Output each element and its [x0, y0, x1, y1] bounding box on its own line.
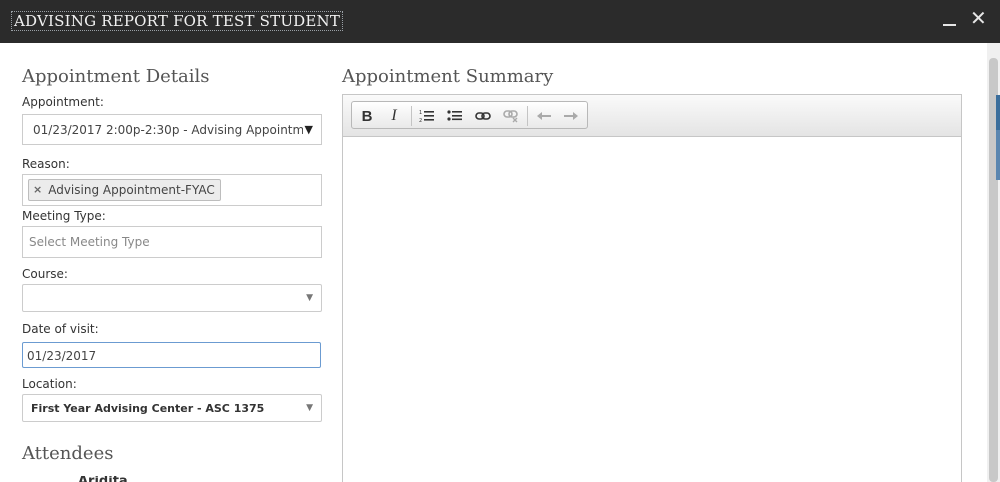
- date-label: Date of visit:: [22, 322, 99, 336]
- bullet-list-icon[interactable]: [443, 105, 467, 127]
- italic-icon[interactable]: I: [382, 105, 406, 127]
- attendees-heading: Attendees: [22, 443, 114, 464]
- location-label: Location:: [22, 377, 77, 391]
- toolbar-separator: [527, 106, 528, 126]
- reason-tag: × Advising Appointment-FYAC: [28, 179, 221, 201]
- editor-button-group: B I 12: [351, 101, 588, 129]
- window-title: ADVISING REPORT FOR TEST STUDENT: [11, 11, 344, 31]
- meeting-type-placeholder: Select Meeting Type: [29, 235, 150, 249]
- date-of-visit-input[interactable]: 01/23/2017: [22, 342, 321, 368]
- toolbar-separator: [411, 106, 412, 126]
- svg-text:1: 1: [419, 110, 422, 116]
- editor-toolbar: B I 12: [343, 95, 961, 137]
- appointment-label: Appointment:: [22, 95, 104, 109]
- dropdown-caret-icon: ▼: [306, 293, 313, 303]
- appointment-select[interactable]: 01/23/2017 2:00p-2:30p - Advising Appoin…: [22, 114, 322, 145]
- redo-icon[interactable]: [559, 105, 583, 127]
- reason-multiselect[interactable]: × Advising Appointment-FYAC: [22, 174, 322, 206]
- attendee-partial-text: Aridita: [78, 476, 128, 482]
- meeting-type-select[interactable]: Select Meeting Type: [22, 226, 322, 258]
- dropdown-caret-icon: ▼: [304, 123, 313, 136]
- course-label: Course:: [22, 267, 68, 281]
- background-edge: [996, 130, 1000, 180]
- meeting-type-label: Meeting Type:: [22, 209, 106, 223]
- minimize-icon[interactable]: [943, 10, 956, 26]
- course-select[interactable]: ▼: [22, 284, 322, 312]
- numbered-list-icon[interactable]: 12: [415, 105, 439, 127]
- location-value: First Year Advising Center - ASC 1375: [31, 402, 265, 415]
- appointment-summary-heading: Appointment Summary: [342, 66, 554, 87]
- summary-editor[interactable]: B I 12: [342, 94, 962, 482]
- date-value: 01/23/2017: [27, 349, 97, 363]
- reason-label: Reason:: [22, 157, 70, 171]
- location-select[interactable]: First Year Advising Center - ASC 1375 ▼: [22, 394, 322, 422]
- appointment-value: 01/23/2017 2:00p-2:30p - Advising Appoin…: [33, 123, 303, 137]
- window-titlebar: ADVISING REPORT FOR TEST STUDENT ✕: [0, 0, 1000, 43]
- bold-icon[interactable]: B: [355, 105, 379, 127]
- background-edge: [996, 95, 1000, 133]
- undo-icon[interactable]: [532, 105, 556, 127]
- unlink-icon[interactable]: [499, 105, 523, 127]
- appointment-details-heading: Appointment Details: [22, 66, 210, 87]
- remove-tag-icon[interactable]: ×: [33, 180, 42, 200]
- reason-tag-label: Advising Appointment-FYAC: [48, 183, 215, 197]
- svg-text:2: 2: [419, 118, 422, 123]
- dropdown-caret-icon: ▼: [306, 403, 313, 413]
- close-icon[interactable]: ✕: [970, 8, 987, 28]
- link-icon[interactable]: [471, 105, 495, 127]
